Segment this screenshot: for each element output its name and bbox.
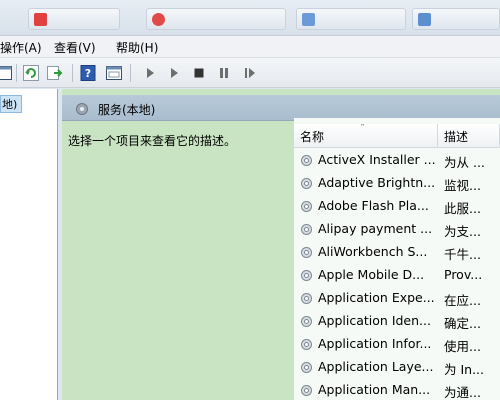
- service-gear-icon: [301, 155, 312, 166]
- window-icon: [0, 66, 12, 80]
- service-gear-icon: [301, 339, 312, 350]
- service-description: 为 In...: [444, 362, 485, 377]
- export-icon: [47, 66, 63, 80]
- properties-icon: [106, 66, 122, 80]
- refresh-icon: [23, 65, 39, 81]
- taskbar-button[interactable]: [412, 8, 500, 30]
- start-service-alt-button[interactable]: [164, 63, 184, 83]
- service-gear-icon: [301, 224, 312, 235]
- service-description: 此服...: [444, 201, 481, 216]
- service-gear-icon: [301, 247, 312, 258]
- tree-pane: 地): [0, 89, 58, 400]
- service-name: Adobe Flash Pla...: [318, 198, 429, 213]
- table-row[interactable]: Application Man... 为通...: [294, 378, 500, 400]
- service-gear-icon: [301, 201, 312, 212]
- menu-view[interactable]: 查看(V): [54, 39, 96, 56]
- taskbar-button[interactable]: [146, 8, 286, 30]
- service-gear-icon: [301, 293, 312, 304]
- service-gear-icon: [301, 270, 312, 281]
- service-name: AliWorkbench S...: [318, 244, 428, 259]
- description-prompt: 选择一个项目来查看它的描述。: [68, 134, 237, 148]
- table-row[interactable]: Application Iden... 确定...: [294, 309, 500, 332]
- menu-bar: 操作(A) 查看(V) 帮助(H): [0, 36, 500, 58]
- stop-service-button[interactable]: [189, 63, 209, 83]
- stop-icon: [194, 68, 204, 78]
- taskbar: [0, 0, 500, 36]
- service-gear-icon: [301, 316, 312, 327]
- table-row[interactable]: Apple Mobile D... Prov...: [294, 263, 500, 286]
- service-description: 为支...: [444, 224, 481, 239]
- service-gear-icon: [301, 362, 312, 373]
- service-name: Alipay payment ...: [318, 221, 433, 236]
- table-row[interactable]: AliWorkbench S... 千牛...: [294, 240, 500, 263]
- service-description: 千牛...: [444, 247, 481, 262]
- table-row[interactable]: ActiveX Installer ... 为从 ...: [294, 148, 500, 171]
- service-name: Application Man...: [318, 382, 431, 397]
- service-description: 确定...: [444, 316, 481, 331]
- service-description: 为通...: [444, 385, 481, 400]
- service-name: Adaptive Brightn...: [318, 175, 436, 190]
- menu-action[interactable]: 操作(A): [0, 39, 42, 56]
- services-list: ˄ 名称 描述 ActiveX Installer ... 为从 ... Adapt…: [294, 118, 500, 400]
- menu-help[interactable]: 帮助(H): [116, 39, 158, 56]
- pause-icon: [220, 68, 228, 78]
- service-gear-icon: [301, 178, 312, 189]
- app-icon: [152, 13, 165, 26]
- service-description: 为从 ...: [444, 155, 485, 170]
- page-title: 服务(本地): [98, 103, 156, 117]
- service-name: Application Laye...: [318, 359, 434, 374]
- app-icon: [34, 13, 47, 26]
- play-icon: [147, 68, 154, 78]
- restart-service-button[interactable]: [240, 63, 260, 83]
- help-icon: ?: [80, 65, 96, 81]
- taskbar-button[interactable]: [28, 8, 120, 30]
- table-row[interactable]: Application Infor... 使用...: [294, 332, 500, 355]
- export-list-button[interactable]: [45, 63, 65, 83]
- start-service-button[interactable]: [140, 63, 160, 83]
- service-gear-icon: [301, 385, 312, 396]
- refresh-button[interactable]: [21, 63, 41, 83]
- restart-icon: [245, 68, 255, 78]
- service-description: 使用...: [444, 339, 481, 354]
- pause-service-button[interactable]: [214, 63, 234, 83]
- svg-text:?: ?: [85, 67, 91, 80]
- service-name: Application Iden...: [318, 313, 431, 328]
- tree-item-services-local[interactable]: 地): [0, 95, 22, 113]
- help-button[interactable]: ?: [78, 63, 98, 83]
- column-header-name[interactable]: ˄ 名称: [294, 124, 438, 148]
- service-description: 监视...: [444, 178, 481, 193]
- properties-pane-button[interactable]: [104, 63, 124, 83]
- table-row[interactable]: Adaptive Brightn... 监视...: [294, 171, 500, 194]
- app-icon: [418, 13, 431, 26]
- column-header-description[interactable]: 描述: [438, 124, 500, 148]
- toolbar: ?: [0, 58, 500, 88]
- table-row[interactable]: Application Expe... 在应...: [294, 286, 500, 309]
- service-name: Apple Mobile D...: [318, 267, 425, 282]
- table-row[interactable]: Alipay payment ... 为支...: [294, 217, 500, 240]
- table-row[interactable]: Adobe Flash Pla... 此服...: [294, 194, 500, 217]
- sort-ascending-icon: ˄: [360, 124, 365, 134]
- service-name: Application Infor...: [318, 336, 432, 351]
- show-hide-tree-button[interactable]: [0, 63, 14, 83]
- app-icon: [302, 13, 315, 26]
- table-row[interactable]: Application Laye... 为 In...: [294, 355, 500, 378]
- play-icon: [171, 68, 178, 78]
- taskbar-button[interactable]: [296, 8, 406, 30]
- service-description: 在应...: [444, 293, 481, 308]
- gear-icon: [76, 103, 88, 115]
- service-description: Prov...: [444, 267, 483, 282]
- service-name: ActiveX Installer ...: [318, 152, 436, 167]
- service-name: Application Expe...: [318, 290, 435, 305]
